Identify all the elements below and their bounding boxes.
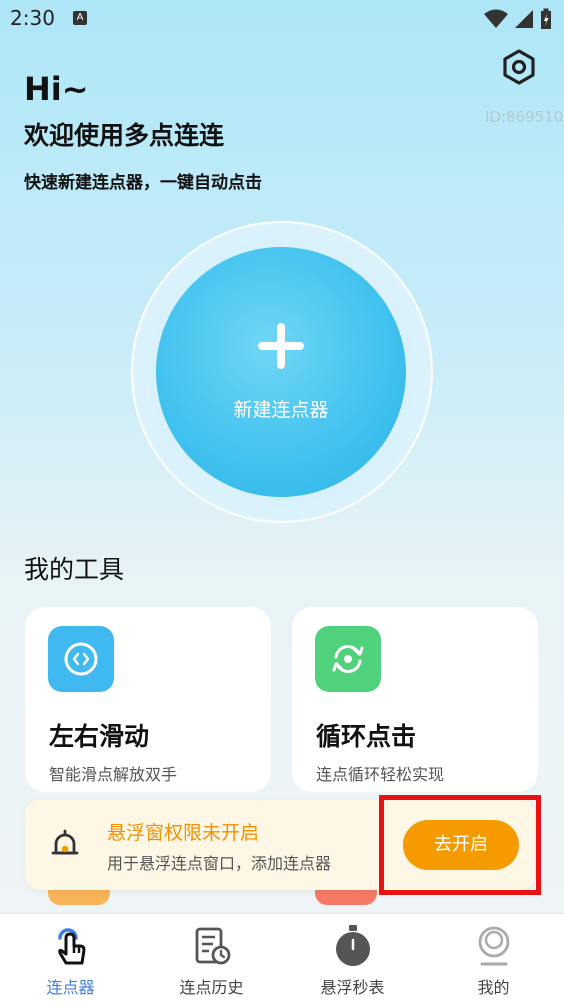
- permission-banner-title: 悬浮窗权限未开启: [107, 822, 260, 844]
- loop-click-icon: [315, 626, 381, 692]
- tool-card-swipe[interactable]: 左右滑动 智能滑点解放双手: [25, 607, 271, 792]
- wifi-icon: [484, 9, 508, 28]
- tap-hand-icon: [57, 928, 85, 965]
- tool-card-title: 左右滑动: [49, 722, 150, 751]
- permission-banner-desc: 用于悬浮连点窗口，添加连点器: [107, 854, 332, 873]
- enable-permission-button[interactable]: 去开启: [403, 820, 519, 870]
- status-icons: [484, 8, 552, 30]
- welcome-title: 欢迎使用多点连连: [24, 121, 225, 150]
- welcome-subtitle: 快速新建连点器，一键自动点击: [24, 173, 262, 193]
- user-id: ID:869510: [485, 108, 564, 126]
- stopwatch-icon: [335, 925, 370, 966]
- swipe-icon: [48, 626, 114, 692]
- permission-banner: 悬浮窗权限未开启 用于悬浮连点窗口，添加连点器 去开启: [25, 800, 535, 890]
- tool-card-desc: 连点循环轻松实现: [316, 765, 445, 784]
- nav-item-stopwatch[interactable]: 悬浮秒表: [282, 914, 423, 1005]
- bell-icon: [51, 829, 79, 855]
- nav-label: 我的: [477, 978, 510, 997]
- battery-icon: [541, 8, 551, 29]
- create-clicker-label: 新建连点器: [233, 399, 329, 421]
- history-doc-icon: [195, 927, 230, 965]
- profile-icon: [478, 926, 509, 966]
- nav-item-profile[interactable]: 我的: [423, 914, 564, 1005]
- nav-label: 连点历史: [179, 978, 244, 997]
- nav-label: 悬浮秒表: [320, 978, 385, 997]
- create-clicker-button[interactable]: 新建连点器: [156, 247, 406, 497]
- settings-hex-icon[interactable]: [500, 48, 538, 86]
- nav-item-history[interactable]: 连点历史: [141, 914, 282, 1005]
- plus-icon: [258, 323, 304, 369]
- status-time: 2:30: [10, 6, 55, 30]
- bottom-nav: 连点器 连点历史 悬浮秒表 我的: [0, 913, 564, 1005]
- nav-label: 连点器: [46, 978, 95, 997]
- tool-card-desc: 智能滑点解放双手: [49, 765, 178, 784]
- tools-section-title: 我的工具: [24, 555, 125, 584]
- signal-icon: [515, 10, 533, 28]
- greeting-title: Hi~: [24, 70, 89, 108]
- status-bar: 2:30 A: [0, 0, 564, 38]
- notification-icon: A: [73, 11, 87, 25]
- tool-card-loop-click[interactable]: 循环点击 连点循环轻松实现: [292, 607, 538, 792]
- nav-item-clicker[interactable]: 连点器: [0, 914, 141, 1005]
- tool-card-title: 循环点击: [316, 722, 417, 751]
